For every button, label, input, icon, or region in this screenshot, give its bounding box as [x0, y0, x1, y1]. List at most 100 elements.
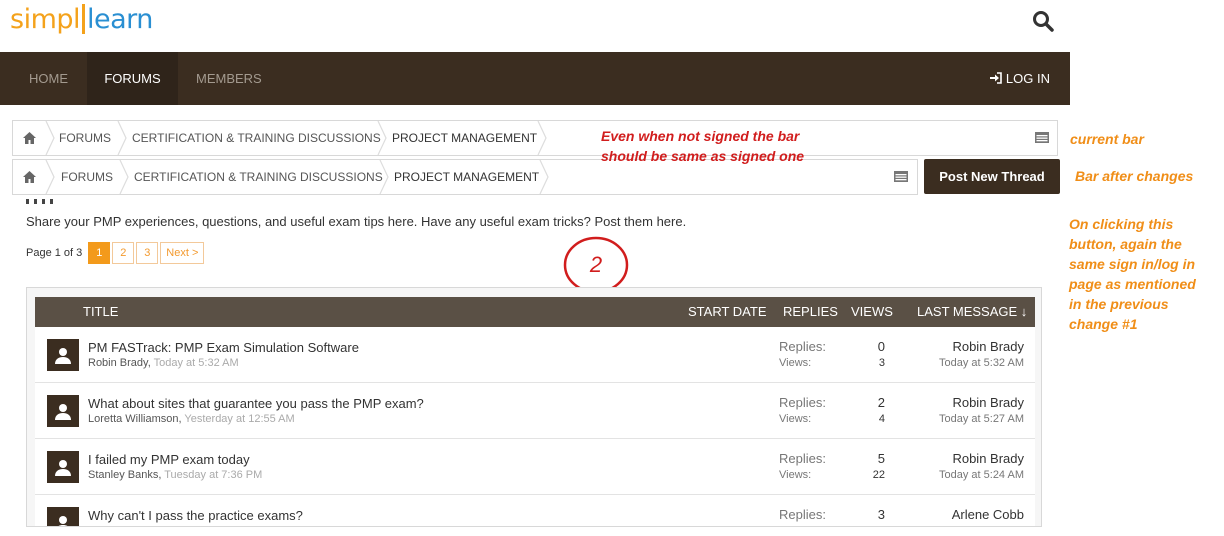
thread-author[interactable]: Robin Brady, — [88, 357, 151, 369]
replies-count: 5 — [877, 451, 885, 466]
breadcrumb-project-management[interactable]: PROJECT MANAGEMENT — [394, 160, 539, 194]
avatar[interactable] — [47, 451, 79, 483]
views-label: Views: — [779, 469, 812, 481]
breadcrumb-home[interactable] — [13, 121, 45, 155]
thread-title[interactable]: PM FASTrack: PMP Exam Simulation Softwar… — [88, 340, 359, 355]
sign-in-icon — [990, 72, 1003, 84]
list-icon[interactable] — [894, 171, 908, 182]
user-icon — [58, 516, 68, 526]
table-row: Why can't I pass the practice exams? Rep… — [35, 495, 1035, 526]
views-count: 3 — [878, 357, 885, 369]
header-views[interactable]: VIEWS — [851, 297, 893, 327]
thread-author[interactable]: Loretta Williamson, — [88, 413, 182, 425]
chevron-separator-icon — [379, 160, 389, 194]
replies-label: Replies: — [779, 507, 826, 522]
replies-count: 2 — [877, 395, 885, 410]
search-icon[interactable] — [1032, 10, 1054, 32]
breadcrumb-certification[interactable]: CERTIFICATION & TRAINING DISCUSSIONS — [132, 121, 381, 155]
login-link[interactable]: LOG IN — [990, 52, 1050, 105]
annotation-red-note: Even when not signed the bar should be s… — [601, 128, 805, 164]
header-last-message[interactable]: LAST MESSAGE ↓ — [917, 297, 1027, 327]
annotation-circle: 2 — [563, 236, 629, 294]
thread-list: PM FASTrack: PMP Exam Simulation Softwar… — [35, 327, 1035, 526]
breadcrumb-home[interactable] — [13, 160, 45, 194]
chevron-separator-icon — [45, 160, 55, 194]
logo-part-1: simpl — [10, 4, 81, 35]
chevron-separator-icon — [539, 160, 549, 194]
header-start-date[interactable]: START DATE — [688, 297, 767, 327]
nav-forums[interactable]: FORUMS — [87, 52, 178, 105]
chevron-separator-icon — [117, 121, 127, 155]
last-message-user[interactable]: Arlene Cobb — [952, 507, 1024, 522]
thread-meta: Loretta Williamson, Yesterday at 12:55 A… — [88, 413, 295, 425]
breadcrumb-project-management[interactable]: PROJECT MANAGEMENT — [392, 121, 537, 155]
annotation-current-bar: current bar — [1070, 131, 1144, 147]
logo-part-2: learn — [87, 4, 153, 35]
thread-table: TITLE START DATE REPLIES VIEWS LAST MESS… — [26, 287, 1042, 527]
forum-description: Share your PMP experiences, questions, a… — [26, 214, 687, 229]
avatar[interactable] — [47, 395, 79, 427]
page-1-button[interactable]: 1 — [88, 242, 111, 264]
views-count: 22 — [872, 469, 885, 481]
replies-label: Replies: — [779, 339, 826, 354]
logo-divider — [82, 4, 86, 34]
chevron-separator-icon — [537, 121, 547, 155]
pagination: Page 1 of 3 1 2 3 Next > — [26, 241, 205, 265]
last-message-date[interactable]: Today at 5:24 AM — [939, 469, 1024, 481]
simplilearn-logo[interactable]: simpl learn — [10, 4, 153, 38]
thread-date: Tuesday at 7:36 PM — [164, 469, 263, 481]
post-new-thread-button[interactable]: Post New Thread — [924, 159, 1060, 194]
next-page-button[interactable]: Next > — [160, 242, 205, 264]
user-icon — [55, 348, 71, 364]
list-icon[interactable] — [1035, 132, 1049, 143]
breadcrumb-certification[interactable]: CERTIFICATION & TRAINING DISCUSSIONS — [134, 160, 383, 194]
replies-count: 0 — [877, 339, 885, 354]
user-icon — [55, 404, 71, 420]
thread-meta: Robin Brady, Today at 5:32 AM — [88, 357, 239, 369]
login-label: LOG IN — [1005, 71, 1050, 86]
thread-author[interactable]: Stanley Banks, — [88, 469, 161, 481]
table-row: I failed my PMP exam today Stanley Banks… — [35, 439, 1035, 495]
annotation-circle-number: 2 — [589, 252, 602, 277]
views-label: Views: — [779, 413, 812, 425]
main-navbar: HOME FORUMS MEMBERS LOG IN — [0, 52, 1070, 105]
replies-label: Replies: — [779, 451, 826, 466]
thread-meta: Stanley Banks, Tuesday at 7:36 PM — [88, 469, 262, 481]
page-3-button[interactable]: 3 — [136, 242, 159, 264]
nav-home[interactable]: HOME — [29, 52, 68, 105]
last-message-user[interactable]: Robin Brady — [952, 395, 1024, 410]
thread-title[interactable]: I failed my PMP exam today — [88, 452, 250, 467]
last-message-date[interactable]: Today at 5:27 AM — [939, 413, 1024, 425]
nav-members[interactable]: MEMBERS — [196, 52, 262, 105]
table-header: TITLE START DATE REPLIES VIEWS LAST MESS… — [35, 297, 1035, 327]
thread-title[interactable]: What about sites that guarantee you pass… — [88, 396, 424, 411]
table-row: PM FASTrack: PMP Exam Simulation Softwar… — [35, 327, 1035, 383]
last-message-date[interactable]: Today at 5:32 AM — [939, 357, 1024, 369]
replies-count: 3 — [877, 507, 885, 522]
home-icon — [22, 171, 36, 183]
table-row: What about sites that guarantee you pass… — [35, 383, 1035, 439]
breadcrumb-current: FORUMS CERTIFICATION & TRAINING DISCUSSI… — [12, 120, 1058, 156]
thread-date: Today at 5:32 AM — [153, 357, 239, 369]
header-replies[interactable]: REPLIES — [783, 297, 838, 327]
breadcrumb-forums[interactable]: FORUMS — [61, 160, 113, 194]
last-message-user[interactable]: Robin Brady — [952, 339, 1024, 354]
avatar[interactable] — [47, 507, 79, 526]
views-count: 4 — [878, 413, 885, 425]
page-info: Page 1 of 3 — [26, 247, 83, 259]
user-icon — [55, 460, 71, 476]
forum-title-partial — [26, 196, 66, 204]
last-message-user[interactable]: Robin Brady — [952, 451, 1024, 466]
page-2-button[interactable]: 2 — [112, 242, 135, 264]
header-title[interactable]: TITLE — [83, 297, 118, 327]
replies-label: Replies: — [779, 395, 826, 410]
chevron-separator-icon — [45, 121, 55, 155]
home-icon — [22, 132, 36, 144]
annotation-bar-after-changes: Bar after changes — [1075, 168, 1194, 184]
views-label: Views: — [779, 357, 812, 369]
avatar[interactable] — [47, 339, 79, 371]
chevron-separator-icon — [119, 160, 129, 194]
thread-title[interactable]: Why can't I pass the practice exams? — [88, 508, 303, 523]
chevron-separator-icon — [377, 121, 387, 155]
breadcrumb-forums[interactable]: FORUMS — [59, 121, 111, 155]
